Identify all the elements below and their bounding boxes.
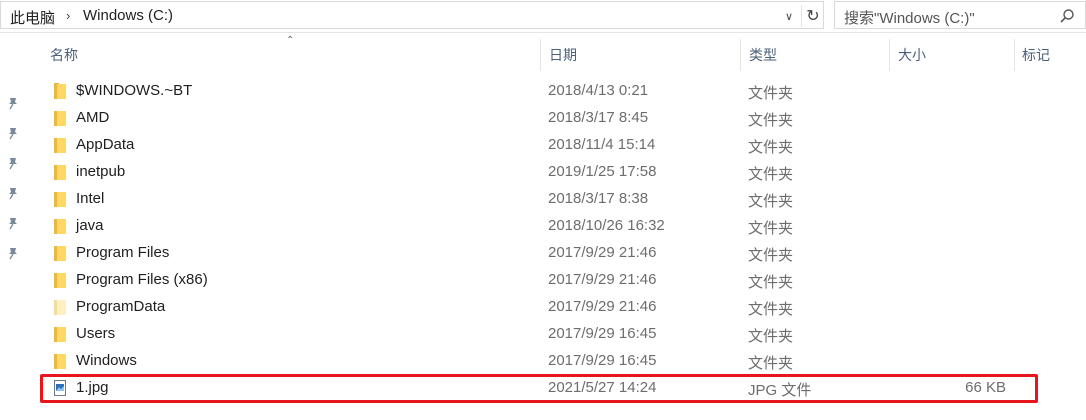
file-date: 2018/10/26 16:32 [548, 217, 665, 234]
file-date: 2019/1/25 17:58 [548, 163, 657, 180]
breadcrumb-separator-icon[interactable]: › [66, 8, 70, 23]
quick-access-strip [0, 33, 30, 420]
column-header-name[interactable]: 名称 [50, 45, 78, 65]
list-item[interactable]: ProgramData 2017/9/29 21:46 文件夹 [44, 294, 1034, 321]
file-name: AMD [76, 109, 110, 126]
folder-icon [54, 219, 66, 234]
address-history-dropdown-icon[interactable]: ∨ [779, 5, 799, 27]
highlight-box [40, 374, 1038, 403]
list-item[interactable]: Intel 2018/3/17 8:38 文件夹 [44, 186, 1034, 213]
file-date: 2017/9/29 16:45 [548, 352, 657, 369]
file-explorer-window: 此电脑 › Windows (C:) ∨ ↻ 搜索"Windows (C:)" … [0, 0, 1086, 420]
file-name: java [76, 217, 104, 234]
search-input[interactable]: 搜索"Windows (C:)" [844, 7, 975, 28]
folder-icon [54, 165, 66, 180]
column-header-tags[interactable]: 标记 [1022, 45, 1050, 65]
column-divider[interactable] [740, 39, 741, 71]
column-divider[interactable] [1014, 39, 1015, 71]
folder-icon [54, 192, 66, 207]
file-type: 文件夹 [748, 112, 794, 129]
address-bar[interactable]: 此电脑 › Windows (C:) ∨ ↻ [0, 1, 824, 29]
file-type: 文件夹 [748, 220, 794, 237]
sort-ascending-icon: ⌃ [286, 35, 295, 46]
folder-icon [54, 354, 66, 369]
pin-icon[interactable] [6, 156, 20, 170]
list-item[interactable]: Program Files (x86) 2017/9/29 21:46 文件夹 [44, 267, 1034, 294]
toolbar: 此电脑 › Windows (C:) ∨ ↻ 搜索"Windows (C:)" [0, 0, 1086, 33]
file-type: 文件夹 [748, 193, 794, 210]
pin-icon[interactable] [6, 216, 20, 230]
folder-icon [54, 111, 66, 126]
list-item[interactable]: Windows 2017/9/29 16:45 文件夹 [44, 348, 1034, 375]
file-date: 2017/9/29 21:46 [548, 271, 657, 288]
pin-icon[interactable] [6, 96, 20, 110]
file-date: 2018/3/17 8:45 [548, 109, 649, 126]
file-name: Program Files (x86) [76, 271, 208, 288]
folder-icon [54, 327, 66, 342]
file-type: 文件夹 [748, 328, 794, 345]
folder-icon [54, 246, 66, 261]
folder-icon [54, 83, 66, 99]
pin-icon[interactable] [6, 186, 20, 200]
list-item[interactable]: Users 2017/9/29 16:45 文件夹 [44, 321, 1034, 348]
list-item[interactable]: Program Files 2017/9/29 21:46 文件夹 [44, 240, 1034, 267]
list-item[interactable]: java 2018/10/26 16:32 文件夹 [44, 213, 1034, 240]
refresh-icon[interactable]: ↻ [801, 5, 824, 27]
list-item[interactable]: inetpub 2019/1/25 17:58 文件夹 [44, 159, 1034, 186]
list-item[interactable]: AppData 2018/11/4 15:14 文件夹 [44, 132, 1034, 159]
folder-icon [54, 300, 66, 315]
list-item[interactable]: AMD 2018/3/17 8:45 文件夹 [44, 105, 1034, 132]
file-type: 文件夹 [748, 247, 794, 264]
folder-icon [54, 138, 66, 153]
file-date: 2018/11/4 15:14 [548, 136, 656, 153]
file-name: AppData [76, 136, 135, 153]
column-header-type[interactable]: 类型 [749, 45, 777, 65]
file-date: 2017/9/29 16:45 [548, 325, 657, 342]
breadcrumb-this-pc[interactable]: 此电脑 [10, 7, 55, 28]
file-type: 文件夹 [748, 85, 794, 102]
list-item[interactable]: $WINDOWS.~BT 2018/4/13 0:21 文件夹 [44, 78, 1034, 105]
file-name: Users [76, 325, 116, 342]
folder-icon [54, 273, 66, 288]
breadcrumb-c-drive[interactable]: Windows (C:) [83, 7, 173, 24]
file-name: Windows [76, 352, 137, 369]
column-header-row: ⌃ 名称 日期 类型 大小 标记 [0, 33, 1086, 73]
file-date: 2017/9/29 21:46 [548, 244, 657, 261]
file-name: $WINDOWS.~BT [76, 82, 193, 99]
column-divider[interactable] [540, 39, 541, 71]
file-name: Intel [76, 190, 105, 207]
file-date: 2018/4/13 0:21 [548, 82, 649, 99]
search-box[interactable]: 搜索"Windows (C:)" [834, 1, 1086, 29]
file-date: 2017/9/29 21:46 [548, 298, 657, 315]
file-type: 文件夹 [748, 274, 794, 291]
file-name: Program Files [76, 244, 170, 261]
column-header-date[interactable]: 日期 [549, 45, 577, 65]
column-divider[interactable] [889, 39, 890, 71]
search-icon[interactable] [1059, 8, 1075, 24]
file-type: 文件夹 [748, 301, 794, 318]
file-type: 文件夹 [748, 355, 794, 372]
file-date: 2018/3/17 8:38 [548, 190, 649, 207]
column-header-size[interactable]: 大小 [898, 45, 926, 65]
horizontal-scrollbar[interactable] [0, 412, 1086, 420]
file-name: ProgramData [76, 298, 166, 315]
pin-icon[interactable] [6, 246, 20, 260]
file-type: 文件夹 [748, 139, 794, 156]
file-name: inetpub [76, 163, 126, 180]
pin-icon[interactable] [6, 126, 20, 140]
file-type: 文件夹 [748, 166, 794, 183]
